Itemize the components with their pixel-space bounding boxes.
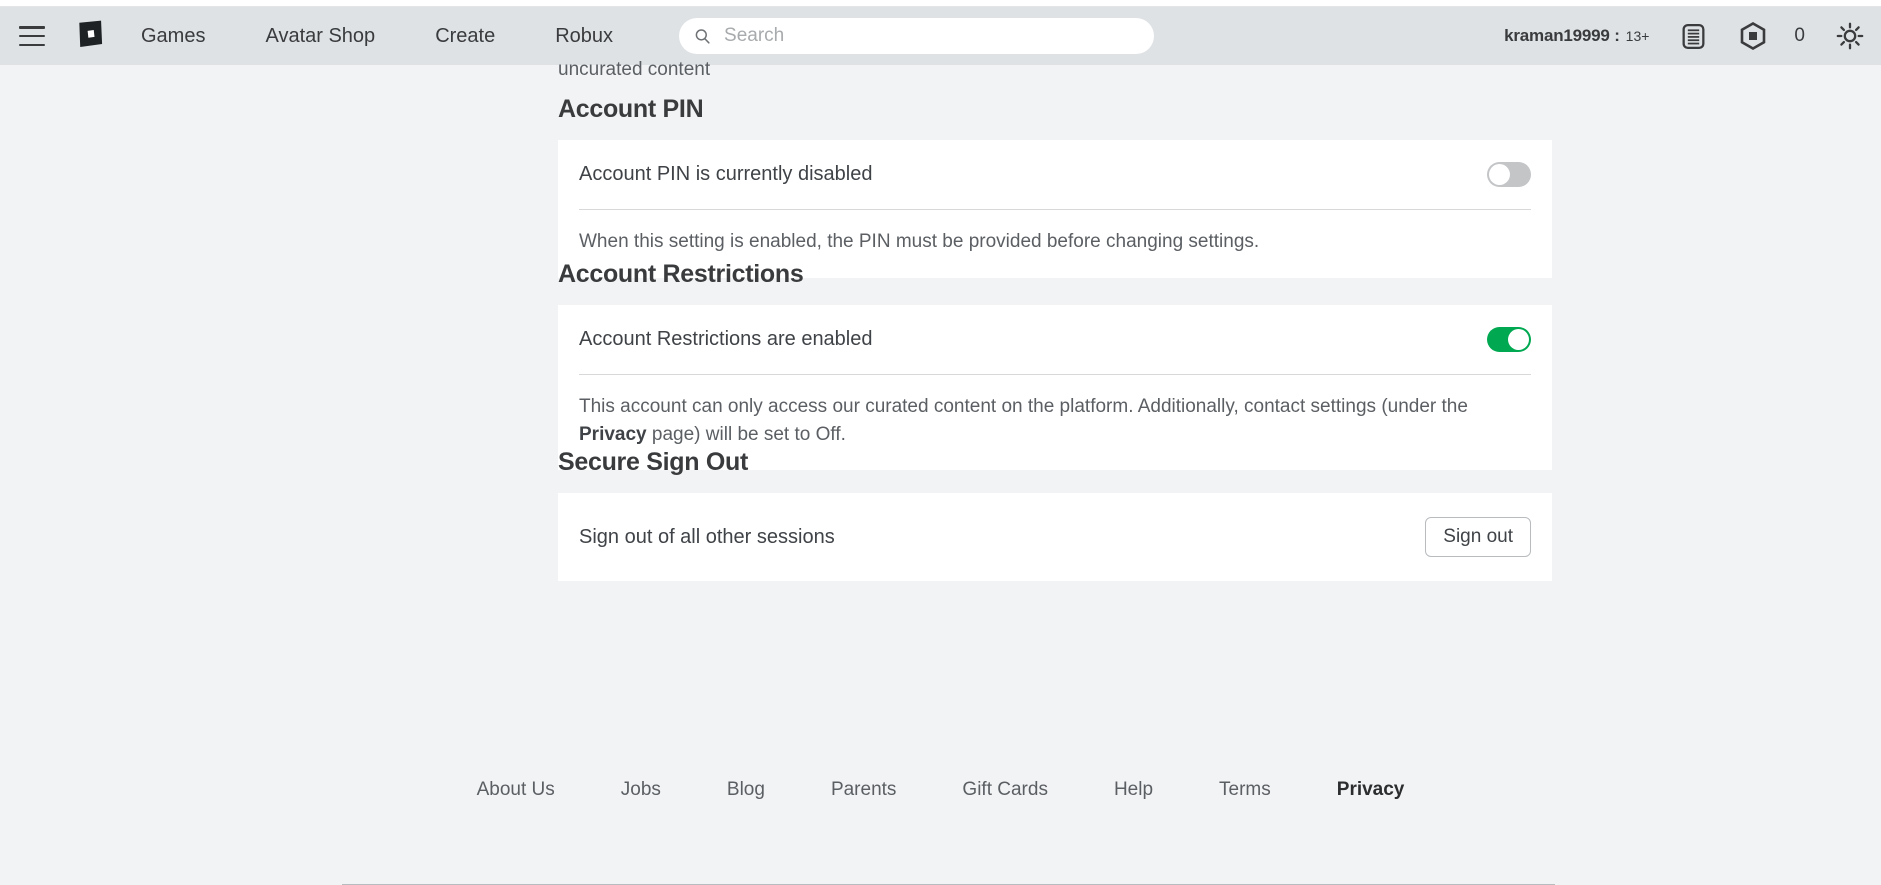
footer-links: About Us Jobs Blog Parents Gift Cards He… bbox=[0, 779, 1881, 801]
search-bar[interactable] bbox=[679, 18, 1154, 54]
search-input[interactable] bbox=[722, 24, 1140, 48]
restrictions-desc-privacy-link: Privacy bbox=[579, 424, 647, 445]
footer-link-gift-cards[interactable]: Gift Cards bbox=[962, 779, 1048, 801]
section-account-pin: Account PIN Account PIN is currently dis… bbox=[558, 95, 1552, 278]
browser-top-strip bbox=[0, 0, 1881, 7]
restrictions-desc-part2: page) will be set to Off. bbox=[647, 424, 846, 445]
nav-link-create[interactable]: Create bbox=[435, 25, 495, 48]
account-restrictions-status-label: Account Restrictions are enabled bbox=[579, 328, 873, 351]
footer-link-jobs[interactable]: Jobs bbox=[621, 779, 661, 801]
robux-hexagon-icon[interactable] bbox=[1738, 21, 1768, 51]
gear-icon[interactable] bbox=[1835, 21, 1865, 51]
account-restrictions-row: Account Restrictions are enabled bbox=[558, 305, 1552, 374]
nav-link-avatar-shop[interactable]: Avatar Shop bbox=[265, 25, 375, 48]
navbar-links: Games Avatar Shop Create Robux bbox=[141, 25, 673, 48]
username-label[interactable]: kraman19999 : bbox=[1504, 26, 1620, 46]
footer-link-blog[interactable]: Blog bbox=[727, 779, 765, 801]
footer-link-about-us[interactable]: About Us bbox=[477, 779, 555, 801]
section-title-account-restrictions: Account Restrictions bbox=[558, 260, 1552, 289]
footer-link-privacy[interactable]: Privacy bbox=[1337, 779, 1405, 801]
age-badge: 13+ bbox=[1626, 28, 1650, 44]
restrictions-desc-part1: This account can only access our curated… bbox=[579, 396, 1468, 417]
navbar-right-group: kraman19999 : 13+ 0 bbox=[1504, 21, 1865, 51]
account-pin-toggle[interactable] bbox=[1487, 162, 1531, 187]
account-pin-row: Account PIN is currently disabled bbox=[558, 140, 1552, 209]
footer-link-help[interactable]: Help bbox=[1114, 779, 1153, 801]
account-restrictions-card: Account Restrictions are enabled This ac… bbox=[558, 305, 1552, 470]
footer-link-terms[interactable]: Terms bbox=[1219, 779, 1271, 801]
account-pin-status-label: Account PIN is currently disabled bbox=[579, 163, 872, 186]
top-navigation-bar: Games Avatar Shop Create Robux kraman199… bbox=[0, 7, 1881, 65]
nav-link-robux[interactable]: Robux bbox=[555, 25, 613, 48]
account-restrictions-toggle[interactable] bbox=[1487, 327, 1531, 352]
sign-out-button[interactable]: Sign out bbox=[1425, 517, 1531, 557]
secure-sign-out-row: Sign out of all other sessions Sign out bbox=[558, 493, 1552, 581]
lead-text: uncurated content bbox=[558, 59, 710, 81]
account-pin-toggle-knob bbox=[1489, 164, 1510, 185]
hamburger-icon[interactable] bbox=[19, 26, 45, 46]
page-body: uncurated content Account PIN Account PI… bbox=[0, 65, 1881, 864]
page-footer: About Us Jobs Blog Parents Gift Cards He… bbox=[0, 779, 1881, 801]
sign-out-sessions-label: Sign out of all other sessions bbox=[579, 526, 835, 549]
section-secure-sign-out: Secure Sign Out Sign out of all other se… bbox=[558, 448, 1552, 581]
nav-link-games[interactable]: Games bbox=[141, 25, 205, 48]
footer-link-parents[interactable]: Parents bbox=[831, 779, 896, 801]
section-title-secure-sign-out: Secure Sign Out bbox=[558, 448, 1552, 477]
account-pin-card: Account PIN is currently disabled When t… bbox=[558, 140, 1552, 278]
secure-sign-out-card: Sign out of all other sessions Sign out bbox=[558, 493, 1552, 581]
search-icon bbox=[693, 27, 712, 46]
section-title-account-pin: Account PIN bbox=[558, 95, 1552, 124]
robux-count[interactable]: 0 bbox=[1794, 25, 1805, 47]
section-account-restrictions: Account Restrictions Account Restriction… bbox=[558, 260, 1552, 470]
list-catalog-icon[interactable] bbox=[1679, 22, 1708, 51]
roblox-logo-icon[interactable] bbox=[71, 19, 105, 53]
account-restrictions-toggle-knob bbox=[1508, 329, 1529, 350]
navbar-left-group bbox=[0, 19, 105, 53]
